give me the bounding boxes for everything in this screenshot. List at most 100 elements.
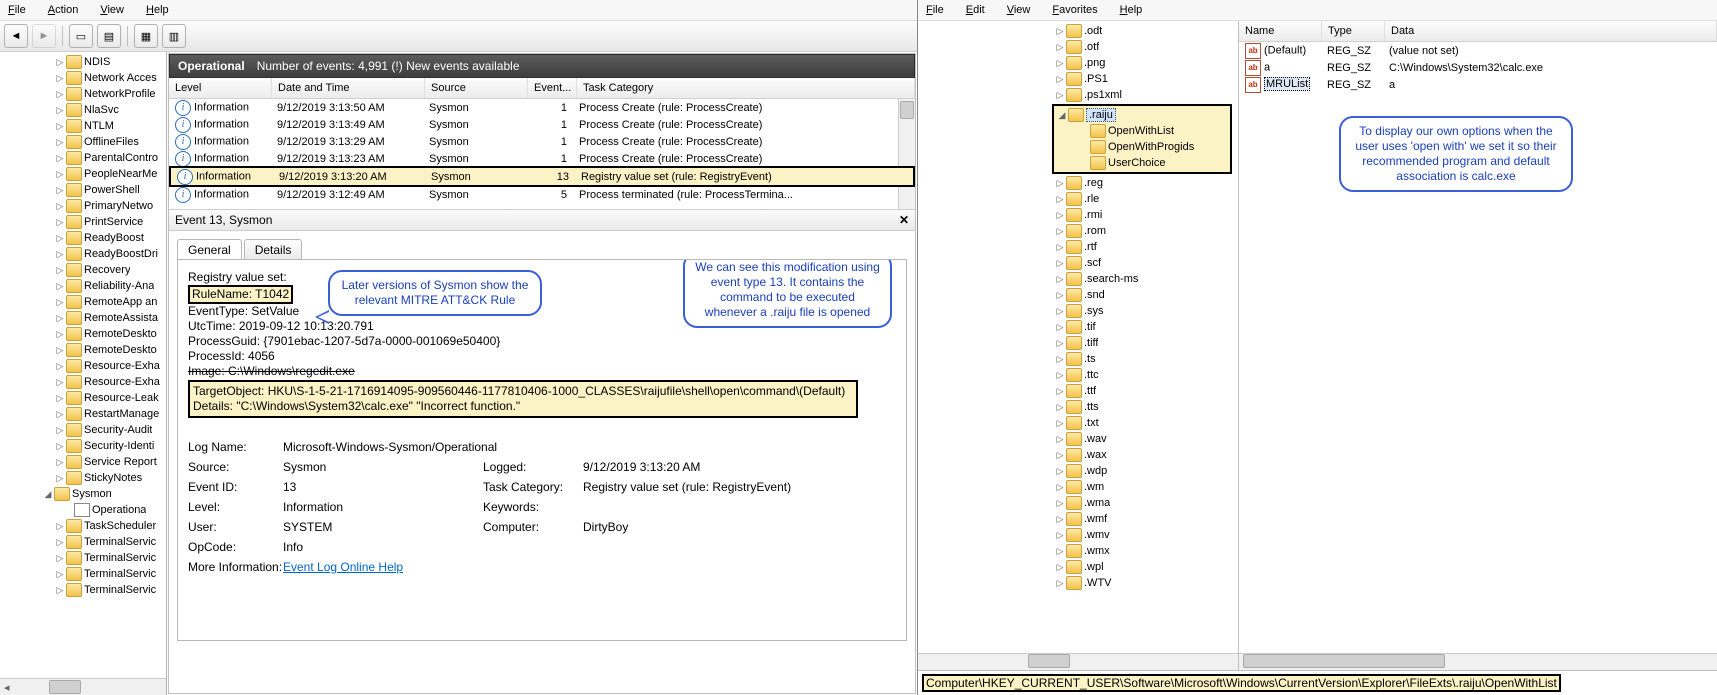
event-row[interactable]: iInformation9/12/2019 3:13:23 AMSysmon1P…	[169, 150, 915, 167]
tree-node[interactable]: ▷Security-Audit	[2, 422, 166, 438]
col-level[interactable]: Level	[169, 78, 272, 98]
col-source[interactable]: Source	[425, 78, 528, 98]
event-row[interactable]: iInformation9/12/2019 3:12:49 AMSysmon5P…	[169, 186, 915, 203]
tree-node[interactable]: ▷PowerShell	[2, 182, 166, 198]
back-icon[interactable]: ◄	[4, 24, 28, 48]
tree-node[interactable]: ▷Service Report	[2, 454, 166, 470]
reg-tree-node[interactable]: ▷.rom	[924, 223, 1238, 239]
tree-hscroll[interactable]: ◂	[0, 678, 166, 695]
tree-node[interactable]: ▷ReadyBoost	[2, 230, 166, 246]
reg-tree-node[interactable]: ▷.wm	[924, 479, 1238, 495]
tree-node[interactable]: ▷NlaSvc	[2, 102, 166, 118]
col-taskcat[interactable]: Task Category	[577, 78, 915, 98]
reg-tree-node[interactable]: ▷.wdp	[924, 463, 1238, 479]
tree-node[interactable]: ▷PeopleNearMe	[2, 166, 166, 182]
reg-tree-node[interactable]: ▷.ttf	[924, 383, 1238, 399]
tree-node[interactable]: ▷OfflineFiles	[2, 134, 166, 150]
registry-values[interactable]: Name Type Data ab(Default)REG_SZ(value n…	[1239, 21, 1717, 670]
reg-tree-node[interactable]: ▷.wav	[924, 431, 1238, 447]
event-row[interactable]: iInformation9/12/2019 3:13:29 AMSysmon1P…	[169, 133, 915, 150]
reg-tree-node[interactable]: OpenWithProgids	[1054, 139, 1230, 155]
ev-nav-tree[interactable]: ▷NDIS▷Network Acces▷NetworkProfile▷NlaSv…	[0, 52, 167, 695]
menu-file[interactable]: File	[922, 2, 948, 18]
reg-tree-node[interactable]: ▷.PS1	[924, 71, 1238, 87]
reg-tree-node-raiju[interactable]: ◢.raiju	[1054, 107, 1230, 123]
tree-node[interactable]: ▷TaskScheduler	[2, 518, 166, 534]
tree-node[interactable]: ▷PrintService	[2, 214, 166, 230]
event-grid[interactable]: iInformation9/12/2019 3:13:50 AMSysmon1P…	[169, 99, 915, 209]
reg-tree-node[interactable]: ▷.wax	[924, 447, 1238, 463]
reg-tree-node[interactable]: ▷.rmi	[924, 207, 1238, 223]
event-grid-header[interactable]: Level Date and Time Source Event... Task…	[169, 78, 915, 99]
reg-tree-node[interactable]: ▷.tif	[924, 319, 1238, 335]
col-type[interactable]: Type	[1322, 21, 1385, 41]
event-row[interactable]: iInformation9/12/2019 3:13:50 AMSysmon1P…	[169, 99, 915, 116]
reg-tree-node[interactable]: ▷.ps1xml	[924, 87, 1238, 103]
tree-node[interactable]: ▷ParentalContro	[2, 150, 166, 166]
event-row[interactable]: iInformation9/12/2019 3:13:20 AMSysmon13…	[169, 166, 915, 187]
reg-tree-node[interactable]: ▷.search-ms	[924, 271, 1238, 287]
reg-tree-node[interactable]: ▷.scf	[924, 255, 1238, 271]
reg-tree-node[interactable]: ▷.reg	[924, 175, 1238, 191]
reg-tree-node[interactable]: ▷.wma	[924, 495, 1238, 511]
menu-action[interactable]: Action	[44, 2, 83, 18]
reg-tree-node[interactable]: ▷.tiff	[924, 335, 1238, 351]
reg-tree-node[interactable]: OpenWithList	[1054, 123, 1230, 139]
reg-tree-node[interactable]: ▷.wmf	[924, 511, 1238, 527]
event-log-help-link[interactable]: Event Log Online Help	[283, 560, 403, 574]
registry-tree[interactable]: ▷.odt▷.otf▷.png▷.PS1▷.ps1xml◢.raijuOpenW…	[918, 21, 1239, 670]
reg-value-row[interactable]: abaREG_SZC:\Windows\System32\calc.exe	[1239, 59, 1717, 76]
up-icon[interactable]: ▭	[69, 24, 93, 48]
reg-tree-node[interactable]: ▷.snd	[924, 287, 1238, 303]
tree-node[interactable]: ▷TerminalServic	[2, 534, 166, 550]
col-name[interactable]: Name	[1239, 21, 1322, 41]
tree-node[interactable]: ▷Resource-Exha	[2, 358, 166, 374]
col-eventid[interactable]: Event...	[528, 78, 577, 98]
menu-favorites[interactable]: Favorites	[1048, 2, 1101, 18]
menu-edit[interactable]: Edit	[962, 2, 989, 18]
col-data[interactable]: Data	[1385, 21, 1717, 41]
regval-hscroll[interactable]	[1239, 653, 1717, 670]
reg-tree-node[interactable]: ▷.odt	[924, 23, 1238, 39]
menu-view[interactable]: View	[1003, 2, 1035, 18]
menu-help[interactable]: Help	[1116, 2, 1147, 18]
tree-node[interactable]: ▷PrimaryNetwo	[2, 198, 166, 214]
reg-tree-node[interactable]: ▷.wpl	[924, 559, 1238, 575]
fwd-icon[interactable]: ►	[32, 24, 56, 48]
refresh-icon[interactable]: ▥	[162, 24, 186, 48]
tree-node[interactable]: ▷Security-Identi	[2, 438, 166, 454]
tree-node[interactable]: ▷NDIS	[2, 54, 166, 70]
reg-value-row[interactable]: ab(Default)REG_SZ(value not set)	[1239, 42, 1717, 59]
find-icon[interactable]: ▦	[134, 24, 158, 48]
reg-tree-node[interactable]: ▷.wmv	[924, 527, 1238, 543]
tree-node[interactable]: ▷RemoteApp an	[2, 294, 166, 310]
props-icon[interactable]: ▤	[97, 24, 121, 48]
event-row[interactable]: iInformation9/12/2019 3:13:49 AMSysmon1P…	[169, 116, 915, 133]
detail-pane-header[interactable]: Event 13, Sysmon ✕	[169, 209, 915, 231]
tree-node[interactable]: ▷StickyNotes	[2, 470, 166, 486]
reg-tree-node[interactable]: ▷.WTV	[924, 575, 1238, 591]
menu-help[interactable]: Help	[142, 2, 173, 18]
tree-node[interactable]: ▷ReadyBoostDri	[2, 246, 166, 262]
menu-file[interactable]: File	[4, 2, 30, 18]
reg-tree-node[interactable]: ▷.png	[924, 55, 1238, 71]
reg-value-row[interactable]: abMRUListREG_SZa	[1239, 76, 1717, 93]
tree-node[interactable]: ▷NTLM	[2, 118, 166, 134]
tree-node-operational[interactable]: Operationa	[2, 502, 166, 518]
tree-node[interactable]: ◢Sysmon	[2, 486, 166, 502]
reg-tree-node[interactable]: ▷.tts	[924, 399, 1238, 415]
reg-tree-node[interactable]: ▷.ttc	[924, 367, 1238, 383]
tree-node[interactable]: ▷Resource-Exha	[2, 374, 166, 390]
tree-node[interactable]: ▷RemoteDeskto	[2, 326, 166, 342]
tree-node[interactable]: ▷RestartManage	[2, 406, 166, 422]
tab-general[interactable]: General	[177, 239, 242, 260]
reg-tree-node[interactable]: ▷.wmx	[924, 543, 1238, 559]
tree-node[interactable]: ▷TerminalServic	[2, 582, 166, 598]
menu-view[interactable]: View	[96, 2, 128, 18]
col-datetime[interactable]: Date and Time	[272, 78, 425, 98]
reg-tree-node[interactable]: UserChoice	[1054, 155, 1230, 171]
reg-tree-node[interactable]: ▷.sys	[924, 303, 1238, 319]
reg-tree-node[interactable]: ▷.rle	[924, 191, 1238, 207]
grid-vscroll[interactable]	[898, 99, 915, 209]
tree-node[interactable]: ▷Reliability-Ana	[2, 278, 166, 294]
